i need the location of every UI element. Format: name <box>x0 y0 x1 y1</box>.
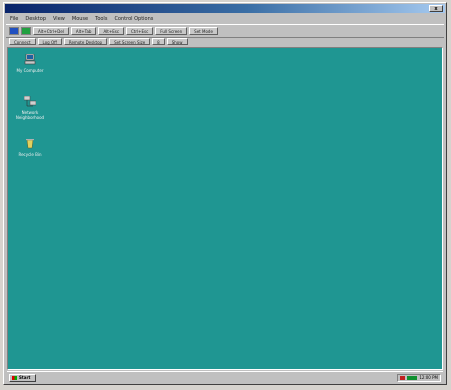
toolbar-button-ctrl-esc[interactable]: Ctrl+Esc <box>126 27 154 35</box>
remote-control-window: x File Desktop View Mouse Tools Control … <box>3 2 447 385</box>
toolbar-button-ctrl-alt-del[interactable]: Alt+Ctrl+Del <box>33 27 69 35</box>
system-tray: 12:00 PM <box>397 374 441 382</box>
menu-control-options[interactable]: Control Options <box>114 16 153 22</box>
toolbar-button-alt-esc[interactable]: Alt+Esc <box>98 27 125 35</box>
desktop-icon-label: Network Neighborhood <box>15 110 45 120</box>
desktop-icon-label: Recycle Bin <box>18 152 42 157</box>
connect-icon[interactable] <box>21 27 31 35</box>
toolbar: Alt+Ctrl+Del Alt+Tab Alt+Esc Ctrl+Esc Fu… <box>6 24 444 38</box>
subbar-button-connect[interactable]: Connect <box>9 38 36 45</box>
clock[interactable]: 12:00 PM <box>419 375 438 380</box>
title-bar[interactable]: x <box>5 4 445 13</box>
menu-bar: File Desktop View Mouse Tools Control Op… <box>6 14 444 23</box>
network-status-icon[interactable] <box>407 376 417 380</box>
subbar-button-show[interactable]: Show <box>166 38 188 45</box>
close-button[interactable]: x <box>429 5 443 12</box>
menu-tools[interactable]: Tools <box>95 16 107 22</box>
subbar-button-remote-desktop[interactable]: Remote Desktop <box>63 38 108 45</box>
menu-mouse[interactable]: Mouse <box>72 16 88 22</box>
taskbar: Start 12:00 PM <box>7 371 443 384</box>
start-button[interactable]: Start <box>9 374 36 382</box>
start-label: Start <box>19 375 31 380</box>
recycle-bin-icon <box>26 139 34 149</box>
computer-icon <box>24 53 36 65</box>
subbar-button-color-depth[interactable]: 8 <box>152 38 165 45</box>
network-icon <box>23 95 37 107</box>
secondary-toolbar: Connect Log Off Remote Desktop Set Scree… <box>6 37 444 46</box>
monitor-icon[interactable] <box>9 27 19 35</box>
menu-file[interactable]: File <box>10 16 18 22</box>
desktop-icon-label: My Computer <box>16 68 44 73</box>
subbar-button-screen-size[interactable]: Set Screen Size <box>109 38 151 45</box>
menu-view[interactable]: View <box>53 16 65 22</box>
desktop-icon-network-neighborhood[interactable]: Network Neighborhood <box>10 95 50 120</box>
toolbar-button-alt-tab[interactable]: Alt+Tab <box>70 27 97 35</box>
subbar-button-log-off[interactable]: Log Off <box>37 38 62 45</box>
remote-desktop-area[interactable]: My Computer Network Neighborhood Recycle… <box>7 47 443 370</box>
menu-desktop[interactable]: Desktop <box>25 16 46 22</box>
desktop-icon-my-computer[interactable]: My Computer <box>10 53 50 73</box>
toolbar-button-set-mode[interactable]: Set Mode <box>189 27 218 35</box>
toolbar-button-full-screen[interactable]: Full Screen <box>155 27 188 35</box>
volume-icon[interactable] <box>400 376 405 380</box>
windows-logo-icon <box>12 376 17 380</box>
desktop-icon-recycle-bin[interactable]: Recycle Bin <box>10 138 50 157</box>
